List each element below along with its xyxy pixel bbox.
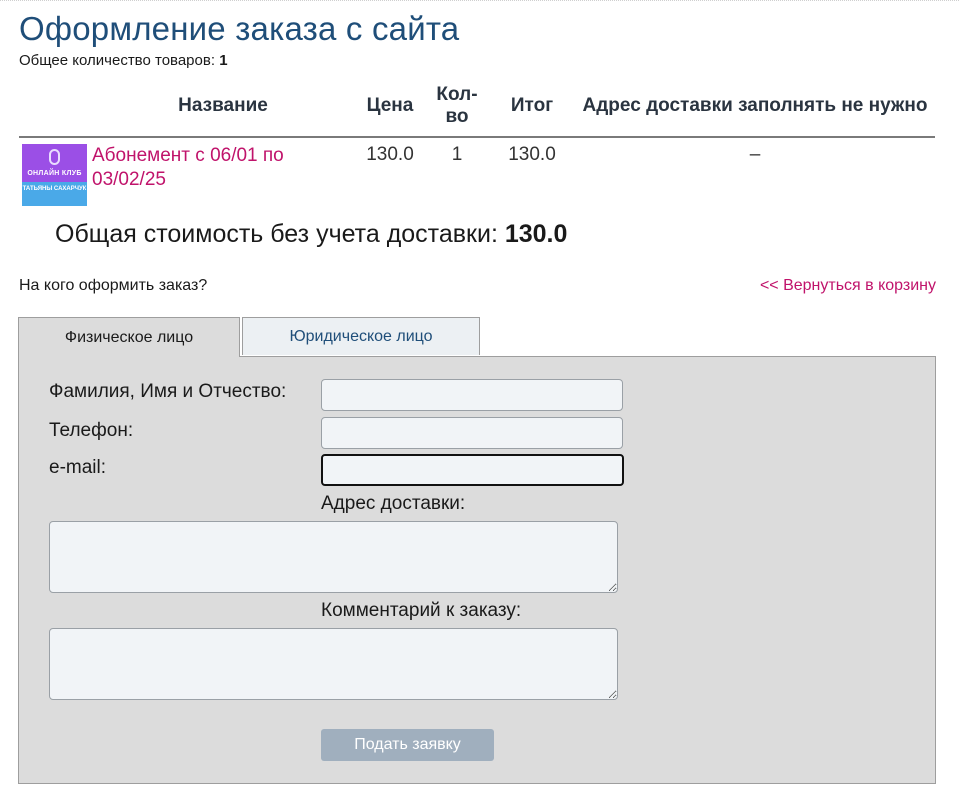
total-cost-value: 130.0: [504, 220, 568, 248]
phone-label: Телефон:: [49, 420, 134, 441]
fio-input[interactable]: [321, 379, 623, 411]
top-divider: [0, 0, 959, 2]
total-cost: Общая стоимость без учета доставки: 130.…: [55, 220, 567, 249]
comment-textarea[interactable]: [49, 628, 618, 700]
back-to-cart-link[interactable]: << Вернуться в корзину: [760, 277, 936, 295]
comment-label: Комментарий к заказу:: [321, 600, 522, 621]
product-total: 130.0: [508, 144, 556, 165]
col-qty-label: Кол-во: [436, 84, 478, 127]
page-title: Оформление заказа с сайта: [19, 10, 460, 47]
col-qty: Кол-во: [425, 80, 489, 138]
product-qty: 1: [451, 144, 463, 165]
fio-label: Фамилия, Имя и Отчество:: [49, 381, 287, 402]
product-price: 130.0: [366, 144, 414, 165]
address-label: Адрес доставки:: [321, 493, 466, 514]
col-price: Цена: [355, 80, 425, 138]
product-name-cell: Абонемент с 06/01 по 03/02/25: [91, 137, 355, 207]
thumbnail-subtitle: ТАТЬЯНЫ САХАРЧУК: [22, 186, 87, 192]
col-image: [19, 80, 91, 138]
order-form-panel: Фамилия, Имя и Отчество: Телефон: e-mail…: [18, 356, 936, 784]
phone-input[interactable]: [321, 417, 623, 449]
table-row: ОНЛАЙН КЛУБ ТАТЬЯНЫ САХАРЧУК Абонемент с…: [19, 137, 935, 207]
thumbnail-title: ОНЛАЙН КЛУБ: [27, 170, 82, 177]
email-input[interactable]: [321, 454, 624, 486]
cart-header-row: Название Цена Кол-во Итог Адрес доставки…: [19, 80, 935, 138]
items-count-label: Общее количество товаров:: [19, 52, 216, 69]
email-label: e-mail:: [49, 457, 107, 478]
total-cost-label: Общая стоимость без учета доставки:: [55, 220, 498, 248]
submit-button[interactable]: Подать заявку: [321, 729, 494, 761]
microphone-icon: [49, 149, 60, 165]
product-address: –: [749, 144, 761, 165]
items-count-value: 1: [219, 52, 228, 69]
col-name: Название: [91, 80, 355, 138]
items-count: Общее количество товаров: 1: [19, 52, 228, 69]
order-for-label: На кого оформить заказ?: [19, 277, 208, 294]
address-textarea[interactable]: [49, 521, 618, 593]
tab-individual[interactable]: Физическое лицо: [18, 317, 240, 357]
product-link[interactable]: Абонемент с 06/01 по 03/02/25: [92, 145, 284, 190]
product-thumbnail[interactable]: ОНЛАЙН КЛУБ ТАТЬЯНЫ САХАРЧУК: [22, 144, 87, 206]
product-image-cell: ОНЛАЙН КЛУБ ТАТЬЯНЫ САХАРЧУК: [19, 137, 91, 207]
col-address: Адрес доставки заполнять не нужно: [575, 80, 935, 138]
tab-legal-entity[interactable]: Юридическое лицо: [242, 317, 480, 355]
cart-table: Название Цена Кол-во Итог Адрес доставки…: [19, 80, 935, 207]
col-total: Итог: [489, 80, 575, 138]
